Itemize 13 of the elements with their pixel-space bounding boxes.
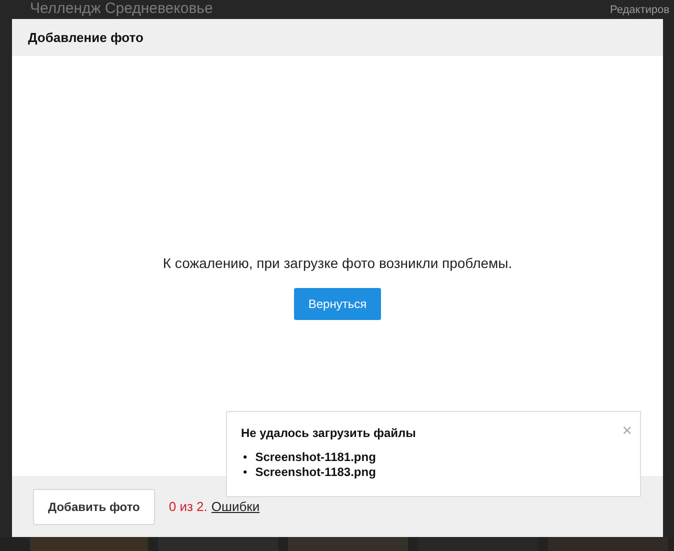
bullet: • (243, 465, 248, 480)
upload-progress: 0 из 2. (168, 498, 208, 516)
add-photo-button[interactable]: Добавить фото (33, 488, 155, 524)
back-button[interactable]: Вернуться (294, 288, 381, 320)
file-name: Screenshot-1181.png (255, 450, 376, 465)
page-title: Челлендж Средневековье (30, 0, 213, 18)
errors-link[interactable]: Ошибки (211, 496, 260, 516)
edit-link[interactable]: Редактиров (610, 3, 670, 17)
toast-title: Не удалось загрузить файлы (241, 425, 417, 442)
error-message: К сожалению, при загрузке фото возникли проблемы. (162, 254, 512, 273)
file-name: Screenshot-1183.png (255, 465, 376, 480)
dialog-title: Добавление фото (28, 28, 144, 47)
bullet: • (243, 450, 248, 465)
